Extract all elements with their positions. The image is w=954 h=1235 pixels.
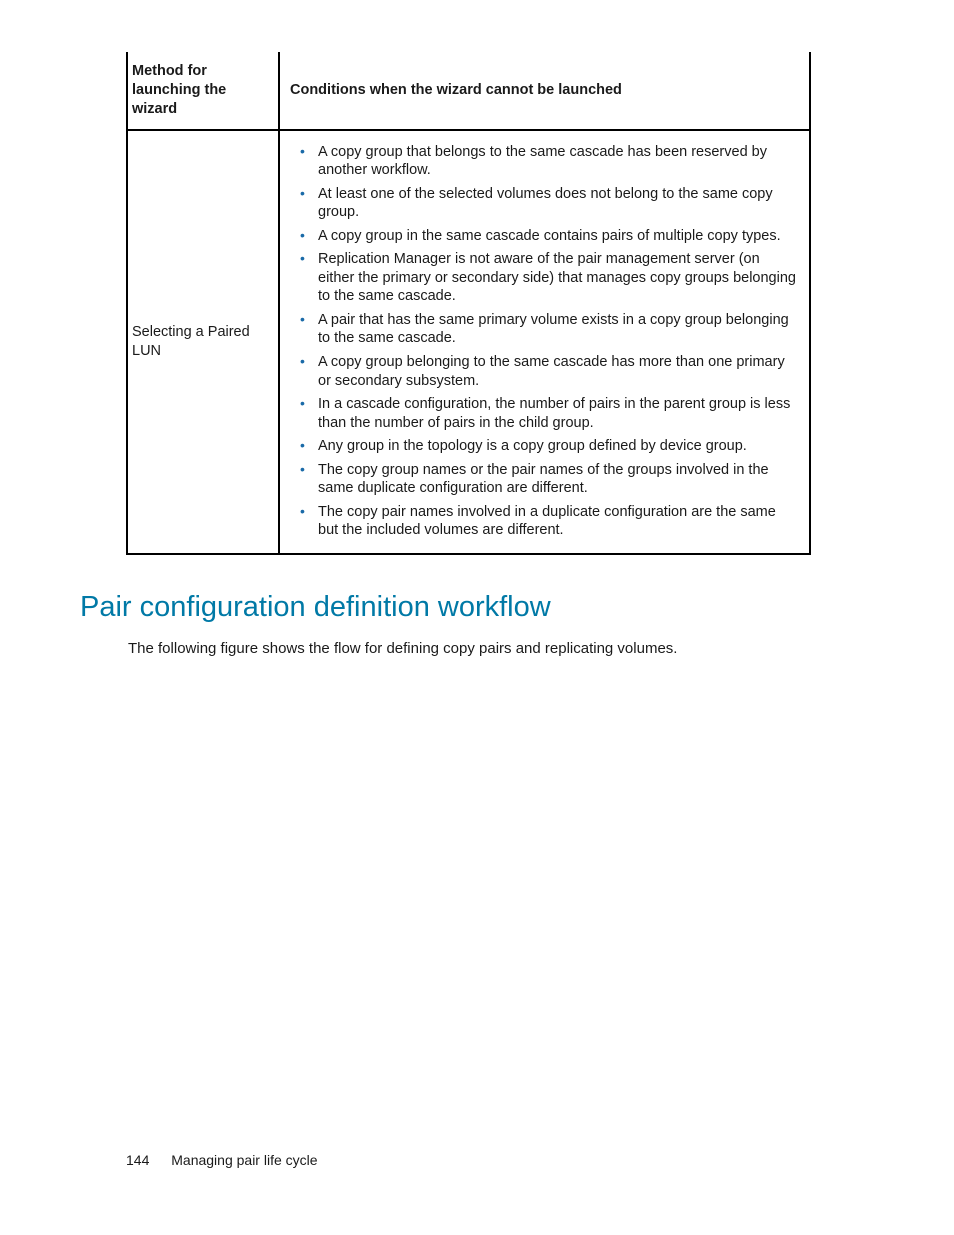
- table-head-conditions: Conditions when the wizard cannot be lau…: [279, 52, 810, 130]
- table-head-method: Method for launching the wizard: [127, 52, 279, 130]
- list-item: In a cascade configuration, the number o…: [308, 393, 799, 435]
- table-cell-conditions: A copy group that belongs to the same ca…: [279, 130, 810, 554]
- list-item: A copy group in the same cascade contain…: [308, 225, 799, 249]
- conditions-list: A copy group that belongs to the same ca…: [290, 141, 803, 543]
- list-item: The copy group names or the pair names o…: [308, 459, 799, 501]
- page-footer: 144 Managing pair life cycle: [126, 1151, 318, 1169]
- conditions-table: Method for launching the wizard Conditio…: [126, 52, 811, 555]
- section-heading: Pair configuration definition workflow: [80, 589, 844, 627]
- list-item: A pair that has the same primary volume …: [308, 309, 799, 351]
- section-intro: The following figure shows the flow for …: [128, 639, 844, 659]
- page-number: 144: [126, 1151, 149, 1169]
- table-row: Selecting a Paired LUN A copy group that…: [127, 130, 810, 554]
- list-item: Replication Manager is not aware of the …: [308, 248, 799, 309]
- list-item: The copy pair names involved in a duplic…: [308, 501, 799, 543]
- list-item: A copy group belonging to the same casca…: [308, 351, 799, 393]
- table-cell-method: Selecting a Paired LUN: [127, 130, 279, 554]
- list-item: Any group in the topology is a copy grou…: [308, 435, 799, 459]
- chapter-title: Managing pair life cycle: [171, 1152, 317, 1168]
- list-item: At least one of the selected volumes doe…: [308, 183, 799, 225]
- list-item: A copy group that belongs to the same ca…: [308, 141, 799, 183]
